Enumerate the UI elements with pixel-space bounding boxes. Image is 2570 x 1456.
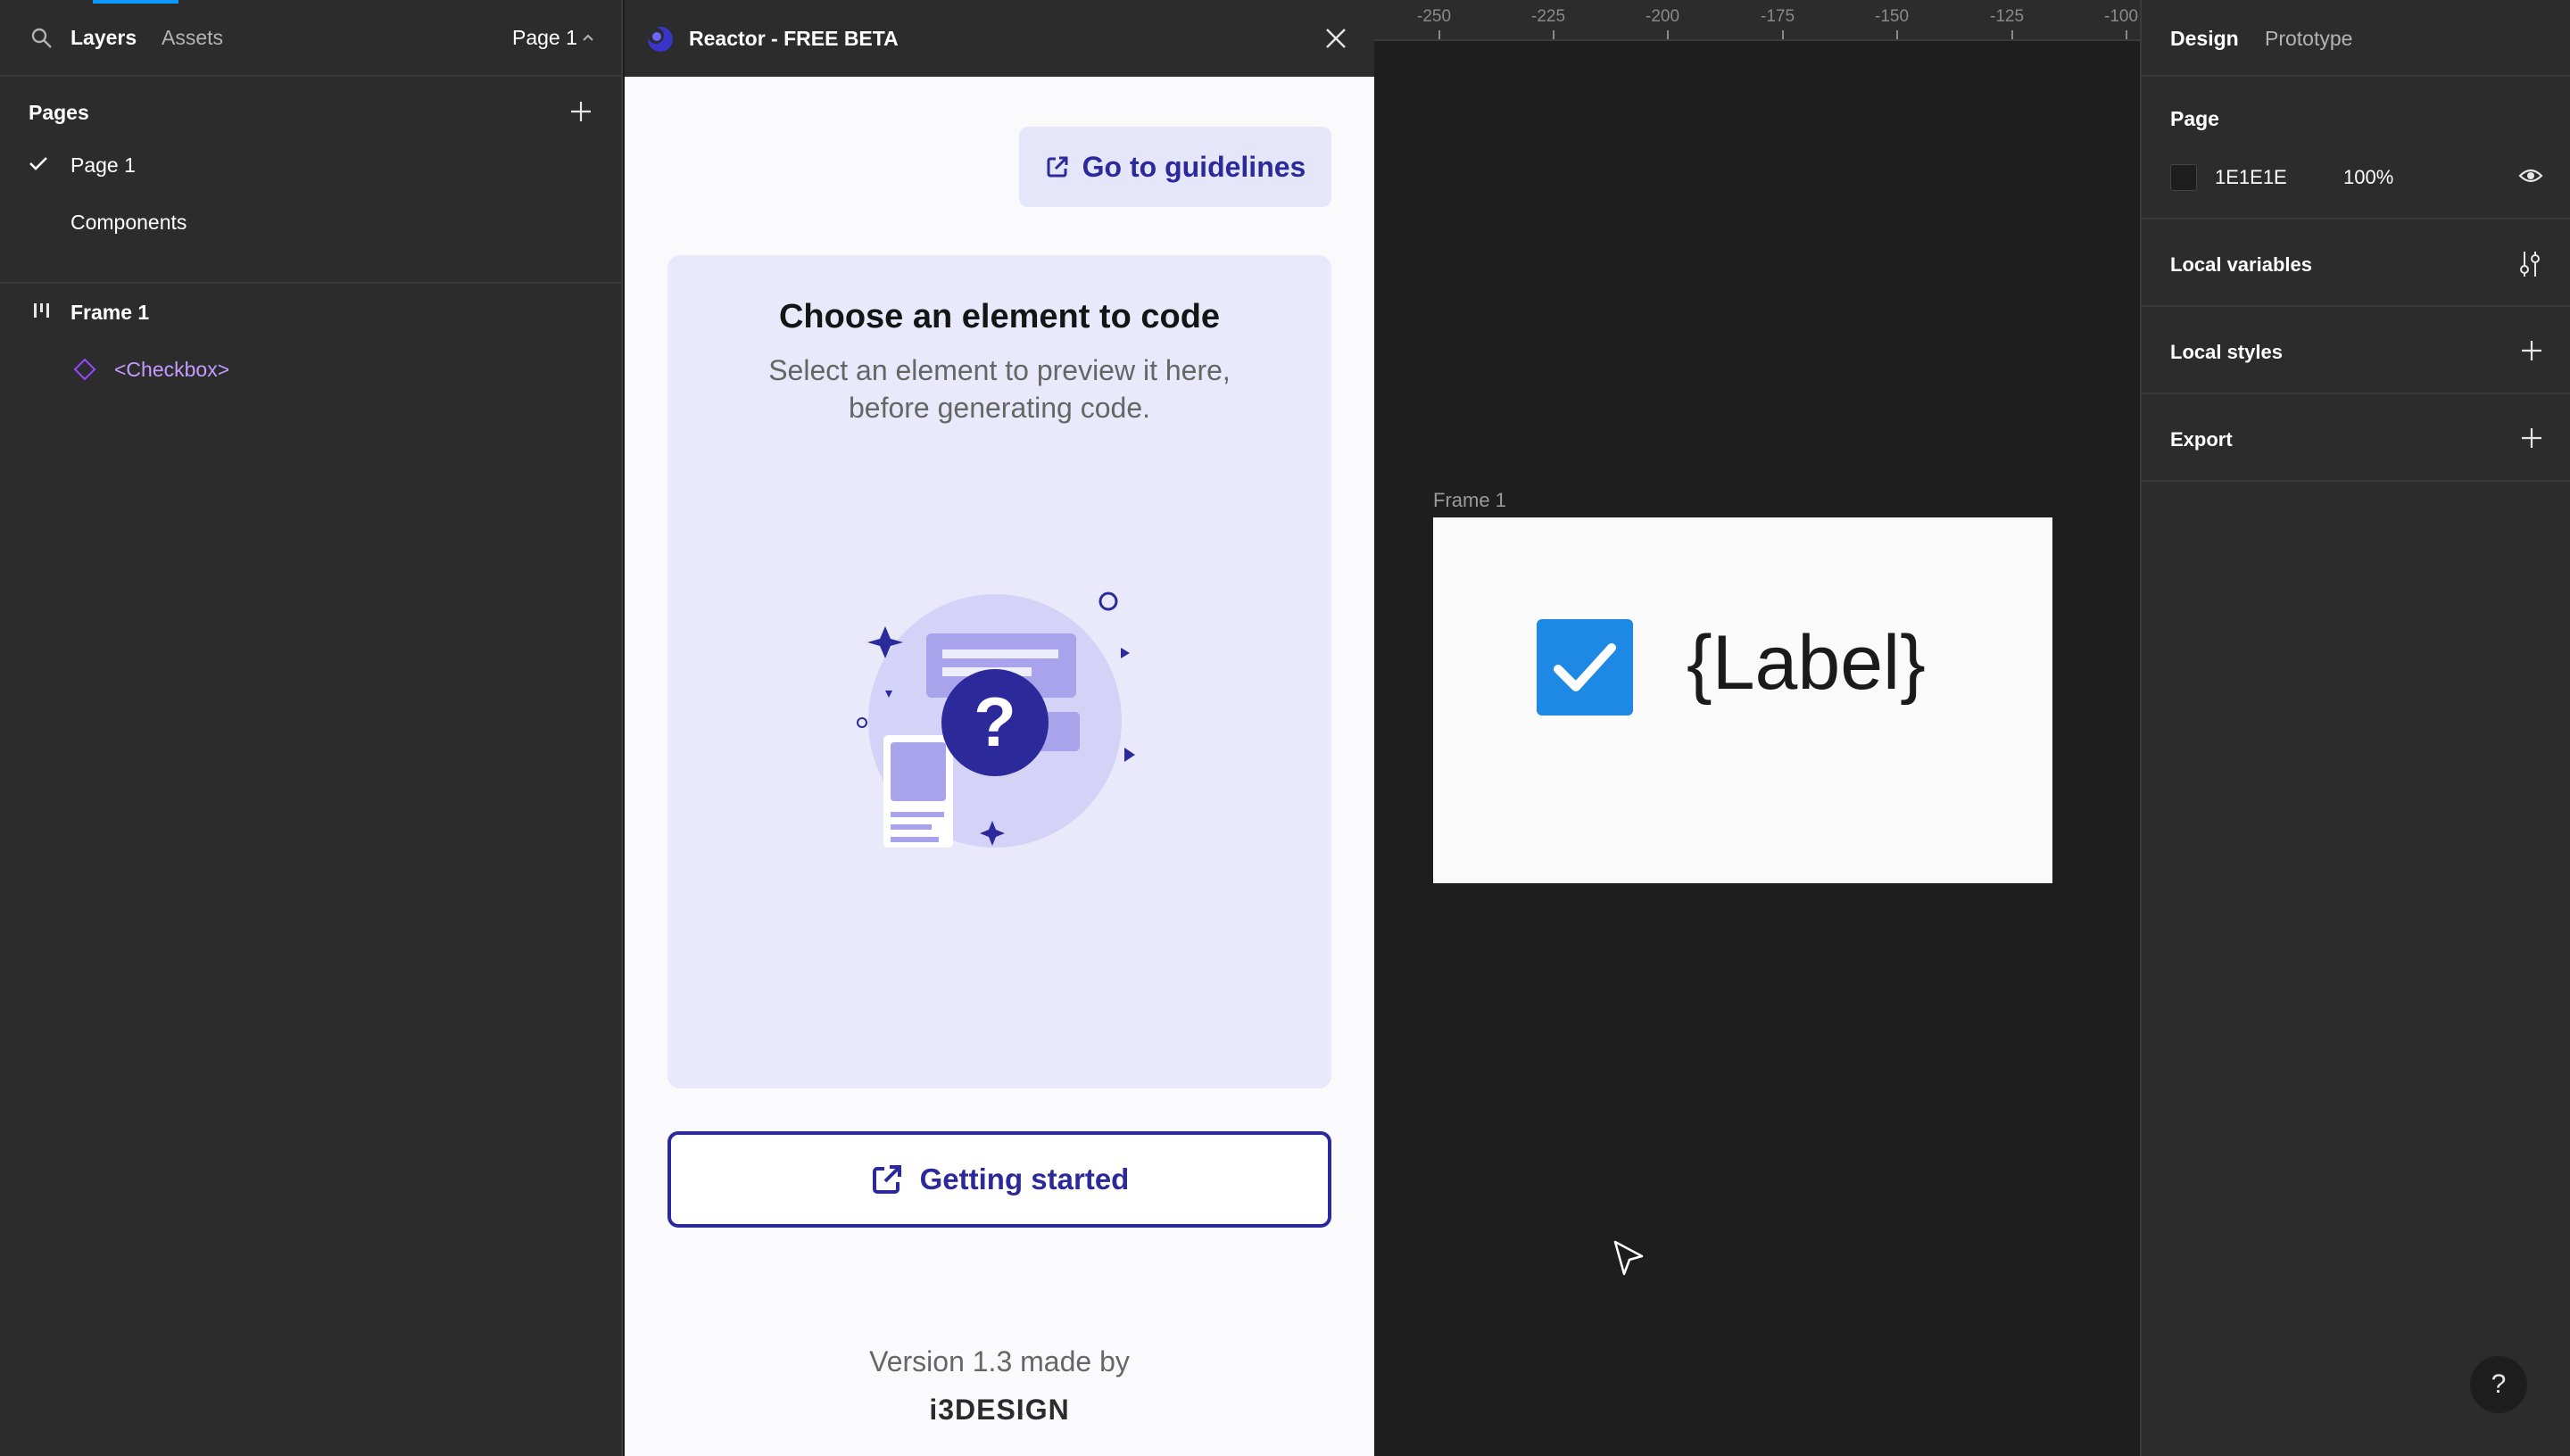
horizontal-ruler: -250 -225 -200 -175 -150 -125 -100 [1374, 0, 2140, 41]
reactor-logo-icon [648, 27, 673, 52]
layer-row-checkbox[interactable]: <Checkbox> [0, 344, 623, 394]
ruler-tick-mark [1553, 30, 1554, 39]
page-color-opacity[interactable]: 100% [2343, 166, 2393, 189]
ruler-tick-label: -175 [1761, 7, 1795, 26]
external-link-icon [872, 1165, 901, 1194]
pages-header: Pages [29, 101, 89, 124]
divider [2142, 480, 2570, 482]
tab-assets[interactable]: Assets [162, 26, 223, 50]
plugin-header: Reactor - FREE BETA [625, 0, 1374, 77]
frame-layer-icon [34, 303, 49, 318]
go-to-guidelines-label: Go to guidelines [1082, 150, 1306, 183]
i3design-logo[interactable]: i3DESIGN [625, 1394, 1374, 1427]
add-style-icon[interactable] [2520, 339, 2543, 362]
page-color-swatch[interactable] [2170, 164, 2197, 191]
local-styles-title[interactable]: Local styles [2170, 341, 2283, 364]
design-canvas[interactable]: -250 -225 -200 -175 -150 -125 -100 Frame… [1374, 0, 2140, 1456]
preview-description-line: Select an element to preview it here, [768, 354, 1231, 386]
ruler-tick-label: -225 [1531, 7, 1566, 26]
export-title[interactable]: Export [2170, 428, 2233, 451]
divider [2142, 393, 2570, 394]
add-export-icon[interactable] [2520, 426, 2543, 450]
getting-started-label: Getting started [919, 1162, 1130, 1195]
help-button[interactable]: ? [2470, 1356, 2527, 1413]
right-panel: Design Prototype Page 1E1E1E 100% Local … [2140, 0, 2570, 1456]
close-icon[interactable] [1324, 27, 1347, 50]
ruler-tick-mark [2126, 30, 2127, 39]
tab-layers[interactable]: Layers [70, 26, 137, 50]
variables-settings-icon[interactable] [2516, 250, 2543, 278]
page-color-hex[interactable]: 1E1E1E [2215, 166, 2287, 189]
layer-row-frame-1[interactable]: Frame 1 [0, 287, 623, 337]
tab-prototype[interactable]: Prototype [2265, 27, 2352, 51]
page-section-title: Page [2170, 107, 2219, 130]
checkmark-icon [29, 157, 47, 170]
eye-icon[interactable] [2518, 166, 2543, 186]
getting-started-button[interactable]: Getting started [667, 1131, 1331, 1228]
page-item-page-1[interactable]: Page 1 [0, 139, 623, 189]
page-item-components[interactable]: Components [0, 196, 623, 246]
empty-state-illustration: ? [857, 592, 1135, 848]
svg-text:?: ? [974, 682, 1016, 761]
page-selector[interactable]: Page 1 [512, 26, 577, 50]
divider [2142, 305, 2570, 307]
tab-design[interactable]: Design [2170, 27, 2239, 51]
ruler-tick-mark [1782, 30, 1784, 39]
mouse-cursor-icon [1613, 1240, 1644, 1276]
left-panel: Layers Assets Page 1 Pages Page 1 Compon… [0, 0, 623, 1456]
ruler-tick-mark [1667, 30, 1669, 39]
ruler-tick-mark [1438, 30, 1440, 39]
ruler-tick-label: -100 [2104, 7, 2139, 26]
checkbox[interactable] [1537, 619, 1633, 716]
layer-label: <Checkbox> [114, 358, 230, 381]
external-link-icon [1047, 156, 1068, 178]
preview-description: Select an element to preview it here, be… [721, 352, 1278, 426]
search-icon[interactable] [30, 27, 54, 50]
checkbox-label[interactable]: {Label} [1687, 617, 1926, 709]
page-item-label: Components [70, 211, 187, 234]
plugin-title: Reactor - FREE BETA [689, 27, 899, 50]
divider [2142, 218, 2570, 219]
preview-title: Choose an element to code [778, 298, 1221, 335]
go-to-guidelines-button[interactable]: Go to guidelines [1019, 127, 1331, 207]
add-page-icon[interactable] [569, 100, 593, 123]
ruler-tick-label: -200 [1646, 7, 1680, 26]
ruler-tick-mark [1896, 30, 1898, 39]
chevron-up-icon[interactable] [582, 33, 594, 42]
page-item-label: Page 1 [70, 153, 136, 177]
frame-1[interactable]: {Label} [1433, 517, 2052, 883]
ruler-tick-label: -125 [1990, 7, 2025, 26]
ruler-tick-label: -250 [1417, 7, 1452, 26]
checkmark-icon [1554, 643, 1616, 691]
ruler-tick-label: -150 [1875, 7, 1910, 26]
divider [2142, 75, 2570, 77]
preview-card: Choose an element to code Select an elem… [667, 255, 1331, 1088]
plugin-window: Reactor - FREE BETA Go to guidelines Cho… [625, 0, 1374, 1456]
layer-label: Frame 1 [70, 301, 150, 324]
preview-description-line: before generating code. [848, 392, 1151, 424]
left-tabs-bar: Layers Assets Page 1 [0, 0, 623, 77]
local-variables-title[interactable]: Local variables [2170, 253, 2312, 277]
ruler-tick-mark [2011, 30, 2013, 39]
frame-name-label[interactable]: Frame 1 [1433, 489, 1506, 512]
version-text: Version 1.3 made by [869, 1345, 1130, 1377]
component-instance-icon [73, 358, 96, 381]
pages-section: Pages Page 1 Components [0, 77, 623, 284]
